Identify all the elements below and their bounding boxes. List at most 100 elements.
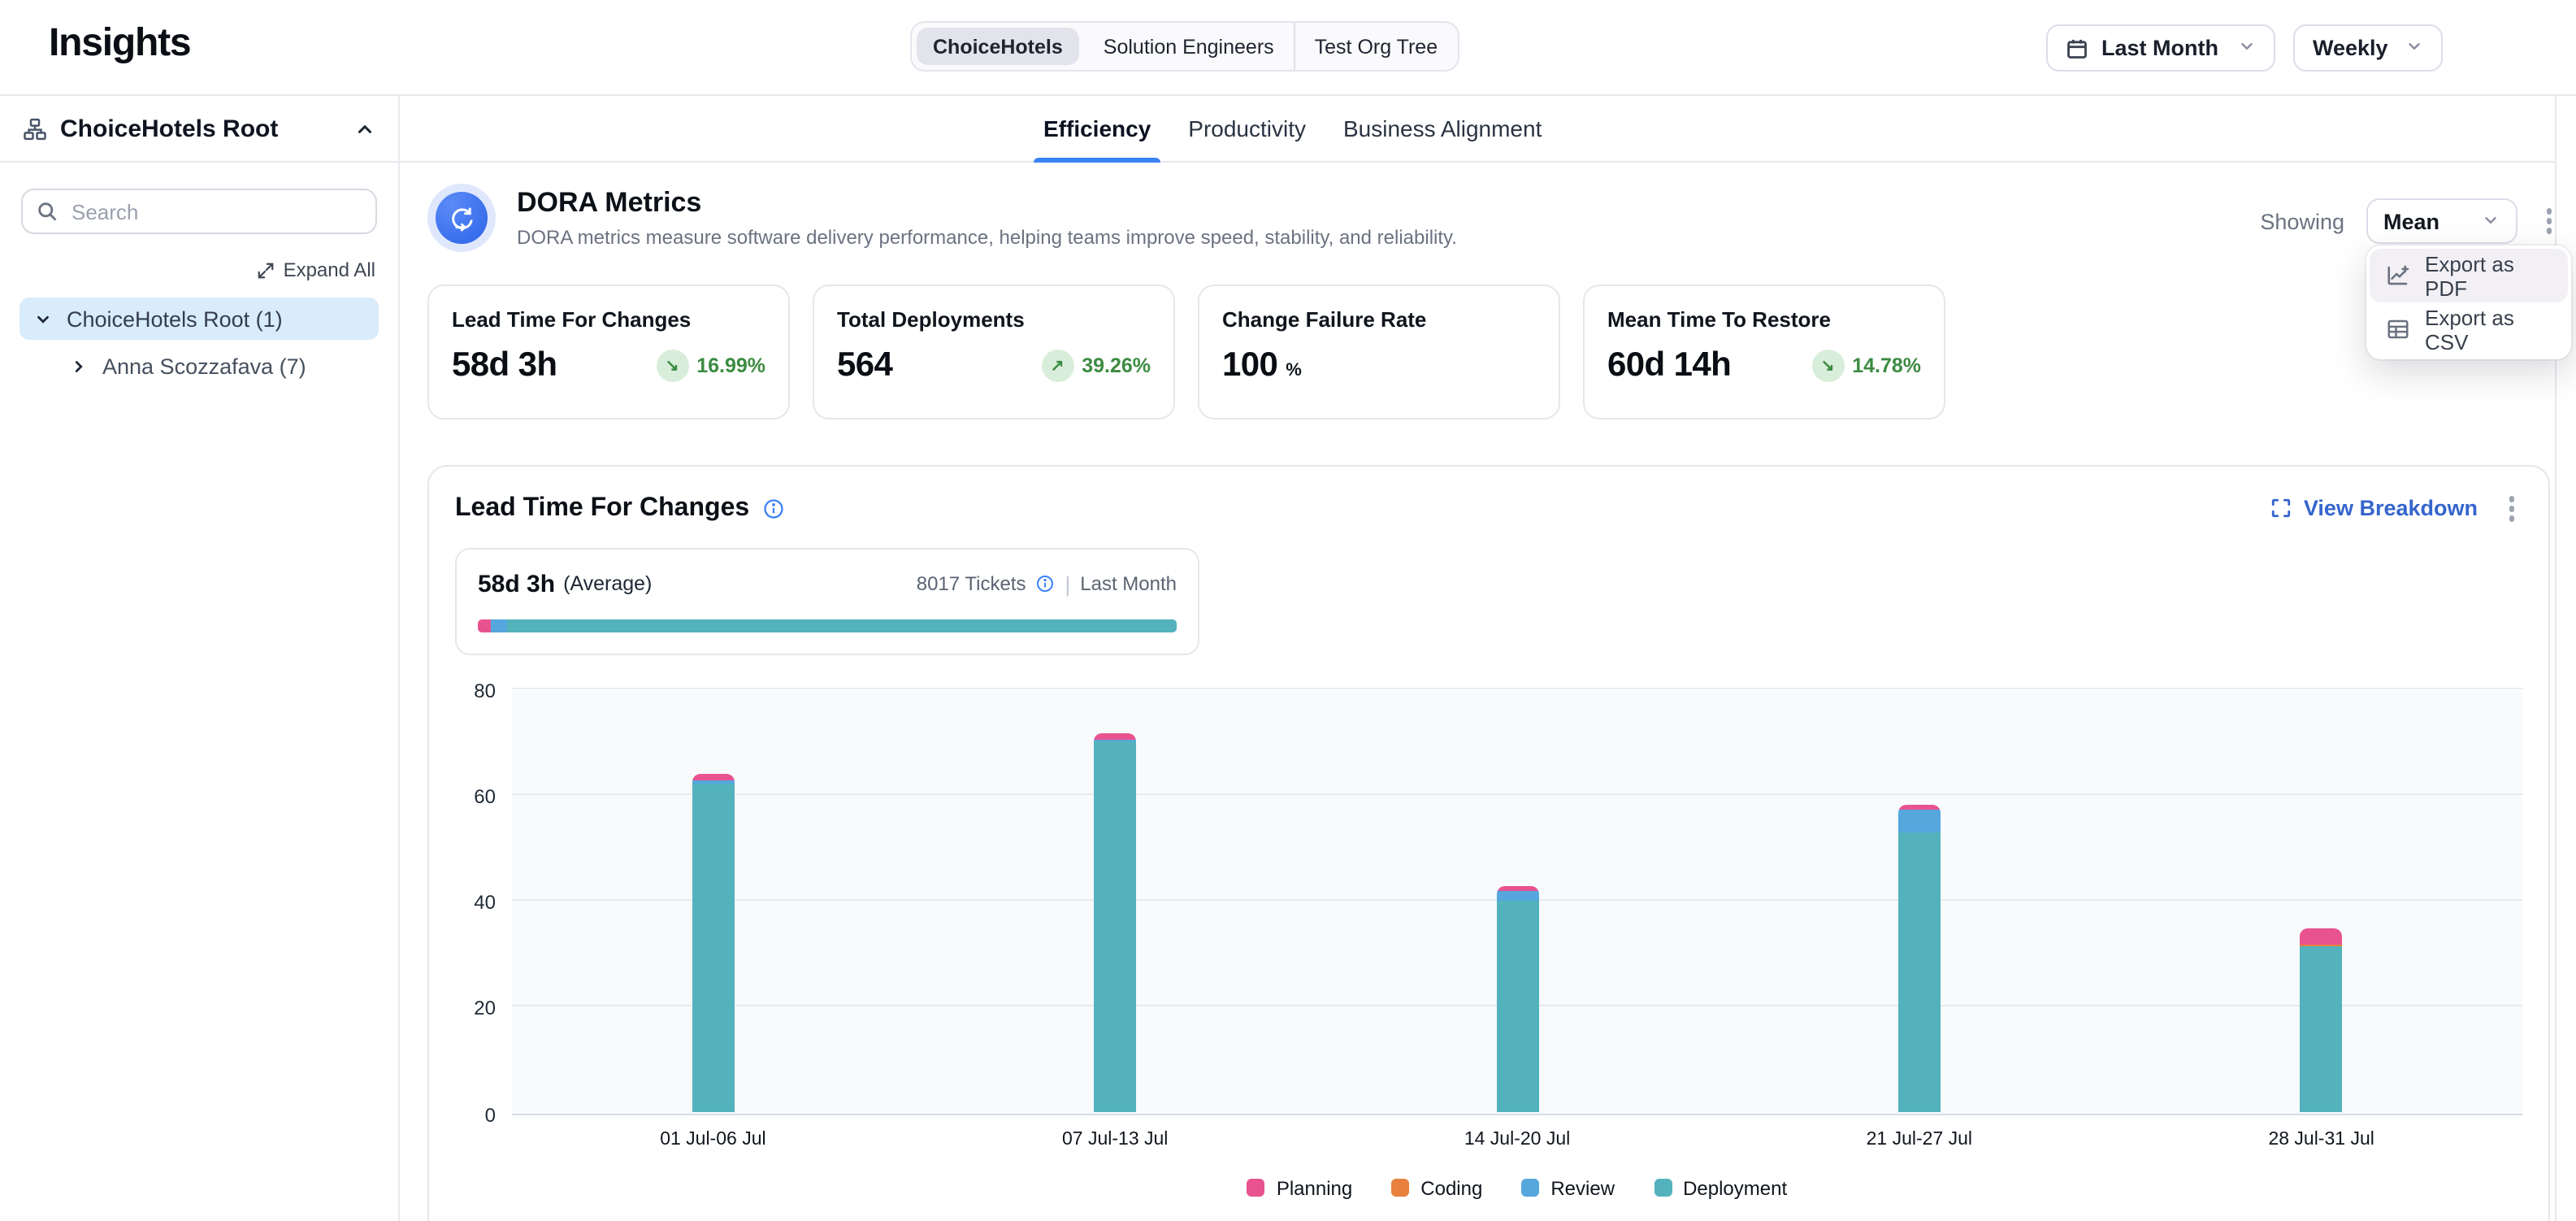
- trend-arrow-icon: ↘: [1811, 350, 1844, 382]
- lead-time-panel: Lead Time For Changes View Breakdown: [427, 465, 2550, 1221]
- x-tick-label: 01 Jul-06 Jul: [512, 1129, 914, 1149]
- dora-metrics-header: DORA Metrics DORA metrics measure softwa…: [427, 184, 2576, 252]
- calendar-icon: [2066, 37, 2088, 59]
- legend-swatch: [1391, 1179, 1409, 1197]
- segment-deployment: [1094, 742, 1136, 1113]
- legend-swatch: [1247, 1179, 1265, 1197]
- tree-node-label: Anna Scozzafava (7): [102, 354, 306, 378]
- org-tab[interactable]: ChoiceHotels: [917, 28, 1079, 65]
- bar-slot: [2120, 690, 2522, 1113]
- chart-export-icon: [2386, 263, 2410, 288]
- bar-slot: [1718, 690, 2120, 1113]
- tab-productivity[interactable]: Productivity: [1183, 96, 1311, 161]
- main-content: Efficiency Productivity Business Alignment…: [400, 96, 2576, 1221]
- view-breakdown-label: View Breakdown: [2304, 497, 2478, 521]
- menu-item-export-as-csv[interactable]: Export as CSV: [2370, 302, 2568, 356]
- legend-label: Deployment: [1683, 1176, 1787, 1199]
- tab-business-alignment[interactable]: Business Alignment: [1338, 96, 1546, 161]
- tree-node[interactable]: ChoiceHotels Root (1): [20, 298, 379, 340]
- bars-layer: [512, 690, 2522, 1113]
- dora-more-menu-button[interactable]: [2538, 202, 2560, 241]
- tab-efficiency[interactable]: Efficiency: [1039, 96, 1156, 161]
- value-suffix: %: [1286, 361, 1302, 380]
- bar-slot: [1316, 690, 1719, 1113]
- menu-item-export-as-pdf[interactable]: Export as PDF: [2370, 249, 2568, 302]
- expand-corners-icon: [2271, 498, 2292, 519]
- trend-arrow-icon: ↘: [656, 350, 688, 382]
- panel-actions: View Breakdown: [2271, 489, 2522, 528]
- header-controls: Last Month Weekly: [2046, 24, 2443, 72]
- table-icon: [2386, 317, 2410, 341]
- info-icon[interactable]: [1035, 574, 1055, 593]
- lead-time-chart: 020406080 01 Jul-06 Jul07 Jul-13 Jul14 J…: [455, 690, 2522, 1199]
- expand-all-icon: [258, 261, 275, 279]
- y-tick-label: 40: [474, 891, 496, 914]
- panel-header: Lead Time For Changes View Breakdown: [455, 489, 2522, 528]
- metric-card-title: Mean Time To Restore: [1607, 307, 1921, 332]
- org-tab[interactable]: Test Org Tree: [1294, 23, 1457, 70]
- legend-item-review[interactable]: Review: [1521, 1176, 1615, 1199]
- dora-titles: DORA Metrics DORA metrics measure softwa…: [517, 184, 1457, 252]
- date-range-select[interactable]: Last Month: [2046, 24, 2275, 72]
- phase-distribution-bar: [478, 619, 1177, 632]
- y-tick-label: 60: [474, 785, 496, 808]
- sidebar-search: [21, 189, 377, 234]
- dora-cycle-icon: [436, 192, 488, 244]
- phase-segment-planning: [478, 619, 491, 632]
- stacked-bar-21-jul-27-jul[interactable]: [1898, 805, 1941, 1113]
- sidebar-header: ChoiceHotels Root: [0, 96, 398, 163]
- segment-planning: [692, 775, 734, 781]
- search-input[interactable]: [21, 189, 377, 234]
- stacked-bar-14-jul-20-jul[interactable]: [1496, 885, 1538, 1113]
- panel-more-menu-button[interactable]: [2500, 489, 2522, 528]
- x-tick-label: 21 Jul-27 Jul: [1718, 1129, 2120, 1149]
- collapse-chevron-up-icon[interactable]: [354, 118, 375, 139]
- search-icon: [36, 200, 59, 223]
- dora-title: DORA Metrics: [517, 187, 1457, 219]
- expand-all-label: Expand All: [284, 259, 375, 281]
- metric-card-value: 60d 14h: [1607, 346, 1731, 385]
- chevron-down-icon: [2405, 36, 2423, 60]
- summary-qualifier: (Average): [563, 572, 652, 595]
- trend-value: 14.78%: [1852, 354, 1921, 377]
- chevron-right-icon: [70, 357, 88, 375]
- metric-card: Total Deployments564↗39.26%: [813, 285, 1175, 419]
- trend-arrow-icon: ↗: [1041, 350, 1073, 382]
- granularity-value: Weekly: [2313, 36, 2388, 60]
- segment-deployment: [692, 783, 734, 1113]
- metric-card: Mean Time To Restore 60d 14h ↘ 14.78%: [1583, 285, 1945, 419]
- chart-y-axis: 020406080: [455, 690, 512, 1115]
- org-tree-icon: [23, 116, 47, 141]
- phase-segment-deployment: [508, 619, 1177, 632]
- y-tick-label: 20: [474, 997, 496, 1020]
- chart-x-axis: 01 Jul-06 Jul07 Jul-13 Jul14 Jul-20 Jul2…: [512, 1129, 2522, 1149]
- separator: |: [1065, 571, 1070, 596]
- trend-badge: ↗39.26%: [1041, 350, 1151, 382]
- x-tick-label: 07 Jul-13 Jul: [914, 1129, 1316, 1149]
- chart-plot-area: [512, 690, 2522, 1115]
- phase-segment-review: [491, 619, 508, 632]
- aggregation-select[interactable]: Mean: [2366, 198, 2517, 244]
- metric-card-title: Total Deployments: [837, 307, 1151, 332]
- aggregation-value: Mean: [2383, 209, 2439, 233]
- showing-label: Showing: [2260, 209, 2344, 233]
- metric-card-title: Change Failure Rate: [1222, 307, 1536, 332]
- stacked-bar-01-jul-06-jul[interactable]: [692, 775, 734, 1113]
- stacked-bar-28-jul-31-jul[interactable]: [2301, 928, 2343, 1113]
- trend-badge: ↘ 14.78%: [1811, 350, 1921, 382]
- stacked-bar-07-jul-13-jul[interactable]: [1094, 733, 1136, 1113]
- legend-item-coding[interactable]: Coding: [1391, 1176, 1482, 1199]
- legend-item-planning[interactable]: Planning: [1247, 1176, 1352, 1199]
- legend-item-deployment[interactable]: Deployment: [1654, 1176, 1787, 1199]
- granularity-select[interactable]: Weekly: [2293, 24, 2443, 72]
- legend-label: Planning: [1277, 1176, 1352, 1199]
- org-tab[interactable]: Solution Engineers: [1084, 23, 1294, 70]
- view-breakdown-button[interactable]: View Breakdown: [2271, 497, 2478, 521]
- main-tabs: Efficiency Productivity Business Alignment: [400, 96, 2576, 163]
- info-icon[interactable]: [762, 498, 785, 520]
- tree-node[interactable]: Anna Scozzafava (7): [20, 345, 379, 387]
- segment-deployment: [2301, 947, 2343, 1113]
- expand-all-button[interactable]: Expand All: [23, 259, 375, 281]
- summary-value: 58d 3h: [478, 570, 555, 597]
- metric-card: Change Failure Rate100%: [1198, 285, 1560, 419]
